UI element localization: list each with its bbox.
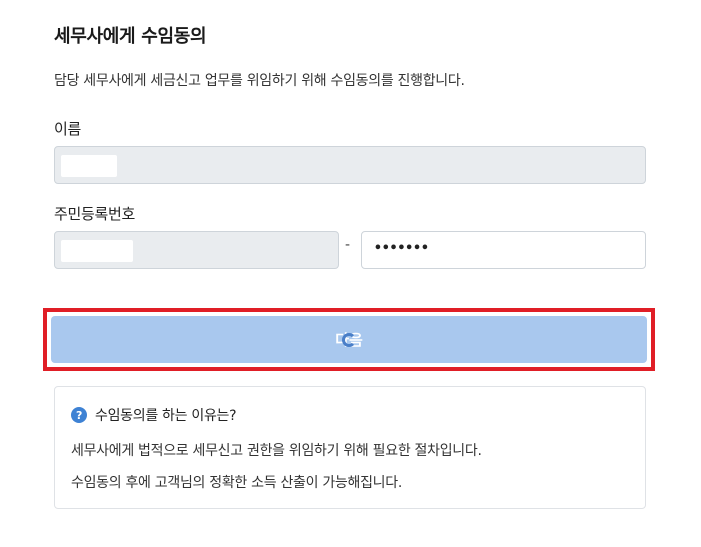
info-line-1: 세무사에게 법적으로 세무신고 권한을 위임하기 위해 필요한 절차입니다. (71, 443, 482, 459)
question-circle-icon: ? (71, 407, 87, 423)
rrn-front-field (54, 231, 339, 269)
rrn-label: 주민등록번호 (54, 205, 136, 223)
info-line-2: 수임동의 후에 고객님의 정확한 소득 산출이 가능해집니다. (71, 475, 402, 491)
consent-page: 세무사에게 수임동의 담당 세무사에게 세금신고 업무를 위임하기 위해 수임동… (0, 0, 701, 547)
name-field (54, 146, 646, 184)
info-heading: ? 수임동의를 하는 이유는? (71, 405, 237, 425)
info-box: ? 수임동의를 하는 이유는? 세무사에게 법적으로 세무신고 권한을 위임하기… (54, 386, 646, 509)
next-button[interactable]: 다음 (51, 316, 647, 363)
next-button-highlight: 다음 (43, 308, 655, 371)
name-label: 이름 (54, 120, 82, 138)
name-redaction (61, 155, 117, 177)
rrn-back-value: ••••••• (374, 241, 429, 256)
rrn-front-redaction (61, 240, 133, 262)
rrn-back-input[interactable]: ••••••• (361, 231, 646, 269)
page-title: 세무사에게 수임동의 (54, 26, 207, 47)
info-heading-text: 수임동의를 하는 이유는? (95, 408, 237, 424)
page-description: 담당 세무사에게 세금신고 업무를 위임하기 위해 수임동의를 진행합니다. (54, 73, 465, 89)
rrn-separator: - (345, 237, 351, 253)
